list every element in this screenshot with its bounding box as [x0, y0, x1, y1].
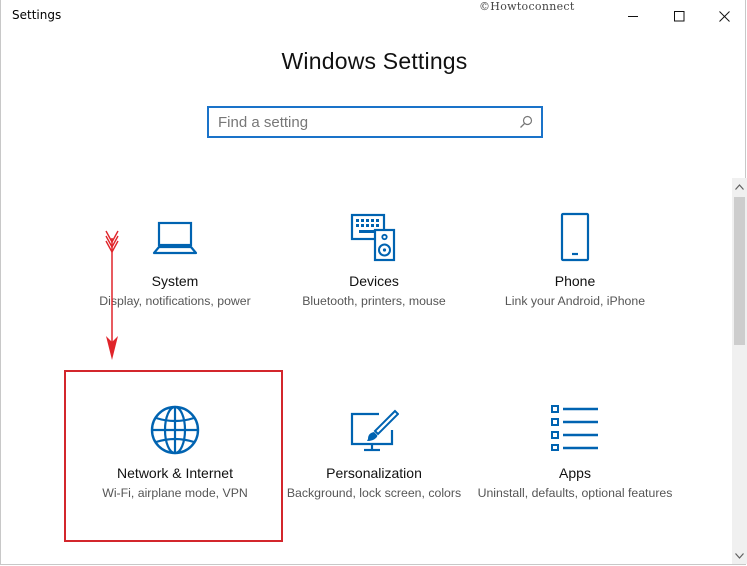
minimize-button[interactable] [610, 0, 656, 32]
maximize-icon [673, 10, 684, 21]
tile-phone[interactable]: Phone Link your Android, iPhone [470, 210, 680, 340]
tile-personalization-name: Personalization [326, 465, 422, 481]
tile-devices-name: Devices [349, 273, 399, 289]
tile-apps-description: Uninstall, defaults, optional features [477, 486, 673, 500]
paint-brush-screen-icon [269, 408, 479, 454]
settings-window: Settings ©Howtoconnect Windows Settings … [0, 0, 747, 565]
chevron-up-icon [735, 183, 744, 190]
list-icon [470, 404, 680, 452]
down-arrow-annotation [105, 230, 119, 360]
keyboard-speaker-icon [269, 212, 479, 262]
close-button[interactable] [701, 0, 747, 32]
tile-personalization[interactable]: Personalization Background, lock screen,… [269, 402, 479, 532]
title-bar[interactable]: Settings ©Howtoconnect [1, 0, 747, 32]
tile-phone-name: Phone [554, 273, 596, 289]
tile-apps-name: Apps [559, 465, 591, 481]
tile-apps[interactable]: Apps Uninstall, defaults, optional featu… [470, 402, 680, 532]
vertical-scrollbar[interactable] [732, 178, 747, 564]
tile-devices[interactable]: Devices Bluetooth, printers, mouse [269, 210, 479, 340]
scroll-down-button[interactable] [732, 547, 747, 564]
page-title: Windows Settings [281, 48, 468, 74]
search-icon[interactable] [519, 115, 533, 129]
chevron-down-icon [735, 552, 744, 559]
close-icon [718, 10, 730, 22]
highlight-box [64, 370, 283, 542]
minimize-icon [627, 15, 638, 17]
maximize-button[interactable] [656, 0, 702, 32]
app-title: Settings [12, 8, 62, 22]
search-input[interactable] [218, 112, 508, 132]
scroll-up-button[interactable] [732, 178, 747, 195]
tile-devices-description: Bluetooth, printers, mouse [302, 294, 446, 308]
tile-phone-description: Link your Android, iPhone [504, 294, 646, 308]
scroll-thumb[interactable] [734, 197, 745, 345]
phone-icon [470, 212, 680, 262]
search-box[interactable] [207, 106, 543, 138]
watermark: ©Howtoconnect [479, 0, 575, 13]
tile-personalization-description: Background, lock screen, colors [286, 486, 462, 500]
